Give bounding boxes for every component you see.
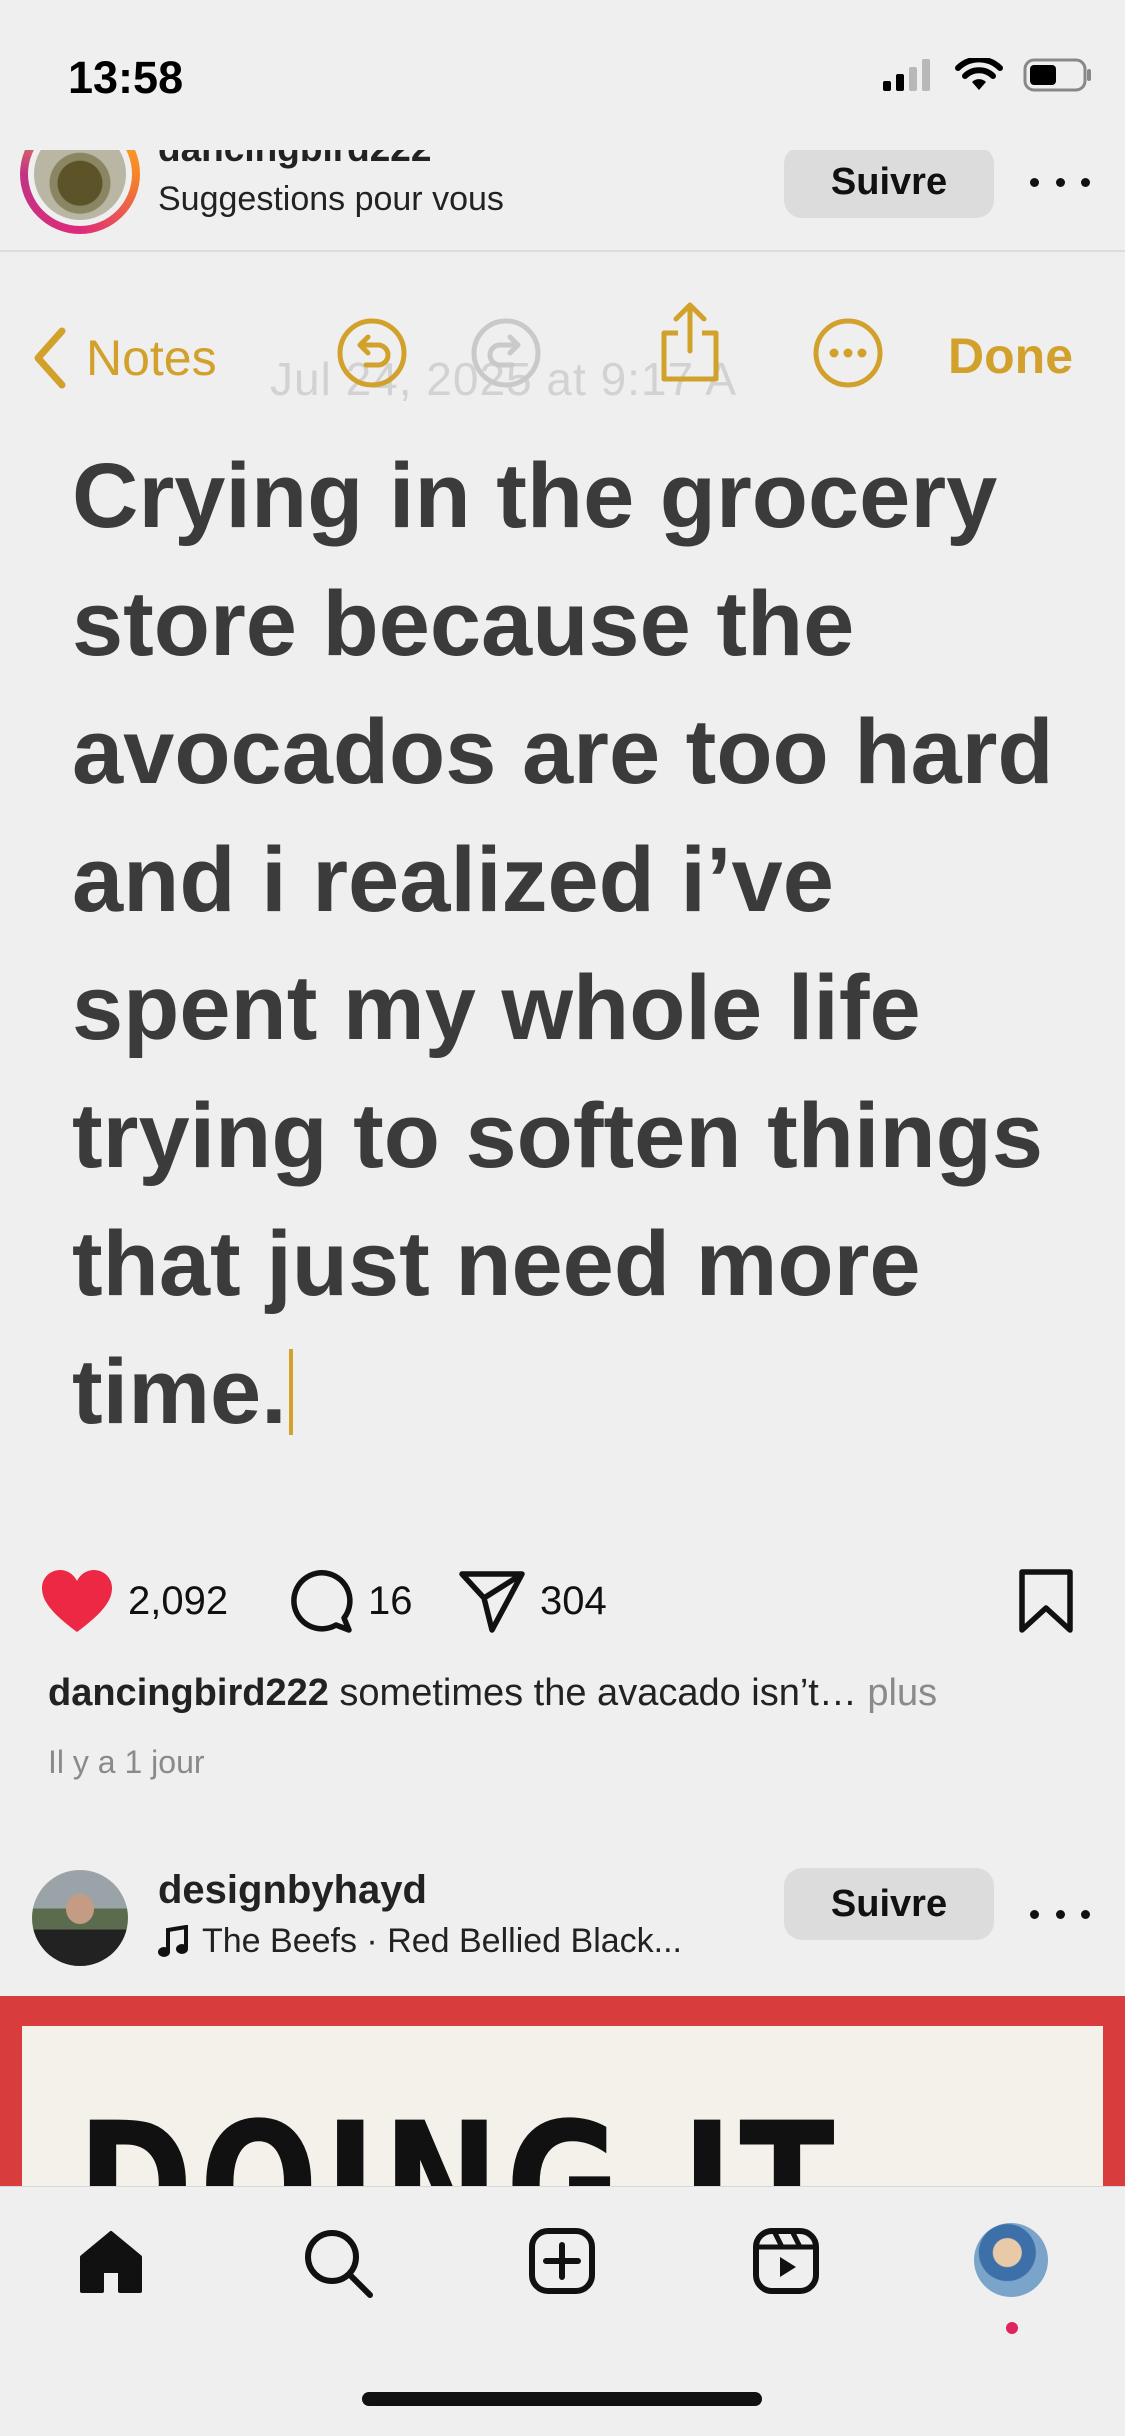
battery-icon [1023,58,1091,92]
post-header: dancingbird222 Suggestions pour vous Sui… [0,128,1125,252]
create-icon[interactable] [528,2227,596,2295]
post-music[interactable]: The Beefs · Red Bellied Black... [158,1922,682,1961]
more-options-icon[interactable] [1030,172,1090,192]
text-caret [288,1349,293,1435]
ellipsis-circle-icon [813,318,883,388]
undo-icon [337,318,407,388]
back-chevron-icon [34,327,66,389]
comment-count[interactable]: 16 [368,1579,413,1624]
poster-text: DOING IT SCARED [77,2086,1103,2186]
more-options-icon[interactable] [1030,1904,1090,1924]
signal-icon [883,59,930,91]
reels-icon[interactable] [752,2227,820,2295]
bookmark-icon[interactable] [1018,1568,1074,1634]
caption-more-link[interactable]: plus [867,1672,937,1714]
home-indicator[interactable] [362,2392,762,2406]
avatar[interactable] [32,1870,128,1966]
like-action[interactable]: 2,092 [40,1568,228,1634]
like-count[interactable]: 2,092 [128,1579,228,1624]
post-timestamp: Il y a 1 jour [48,1744,205,1780]
post-username[interactable]: designbyhayd [158,1868,427,1913]
share-action[interactable]: 304 [458,1568,607,1634]
avatar[interactable] [20,150,140,234]
post-caption[interactable]: dancingbird222 sometimes the avacado isn… [48,1672,937,1715]
send-icon[interactable] [458,1568,526,1634]
share-count[interactable]: 304 [540,1579,607,1624]
music-note-icon [158,1924,188,1957]
notes-done: Done [948,328,1073,384]
post-image-notes[interactable]: Jul 24, 2025 at 9:17 A Notes Done Crying… [0,252,1125,1522]
profile-avatar[interactable] [974,2223,1048,2297]
note-body-text: Crying in the grocery store because the … [72,445,1054,1443]
note-body: Crying in the grocery store because the … [72,432,1092,1456]
notes-toolbar: Notes Done [0,302,1125,407]
post-header-2: designbyhayd The Beefs · Red Bellied Bla… [0,1858,1125,1996]
follow-button[interactable]: Suivre [784,1868,994,1940]
comment-icon[interactable] [288,1568,354,1634]
caption-text: sometimes the avacado isn’t… [339,1672,857,1714]
status-time: 13:58 [68,52,184,103]
post-subtitle: Suggestions pour vous [158,180,504,218]
status-bar: 13:58 [0,0,1125,150]
wifi-icon [955,58,1003,90]
profile-notification-dot [1006,2322,1018,2334]
search-icon[interactable] [302,2227,374,2299]
notes-back-label: Notes [86,330,217,386]
status-icons [883,58,1093,92]
poster-graphic: DOING IT SCARED [22,2026,1103,2186]
notes-back: Notes [32,327,217,389]
follow-button[interactable]: Suivre [784,146,994,218]
caption-username[interactable]: dancingbird222 [48,1672,329,1714]
comment-action[interactable]: 16 [288,1568,413,1634]
home-icon[interactable] [76,2227,146,2297]
redo-icon [471,318,541,388]
heart-icon[interactable] [40,1568,114,1634]
music-label[interactable]: The Beefs · Red Bellied Black... [202,1922,682,1961]
share-icon [661,302,719,382]
post-image-2[interactable]: DOING IT SCARED [0,1996,1125,2186]
post-actions: 2,092 16 304 [0,1560,1125,1640]
